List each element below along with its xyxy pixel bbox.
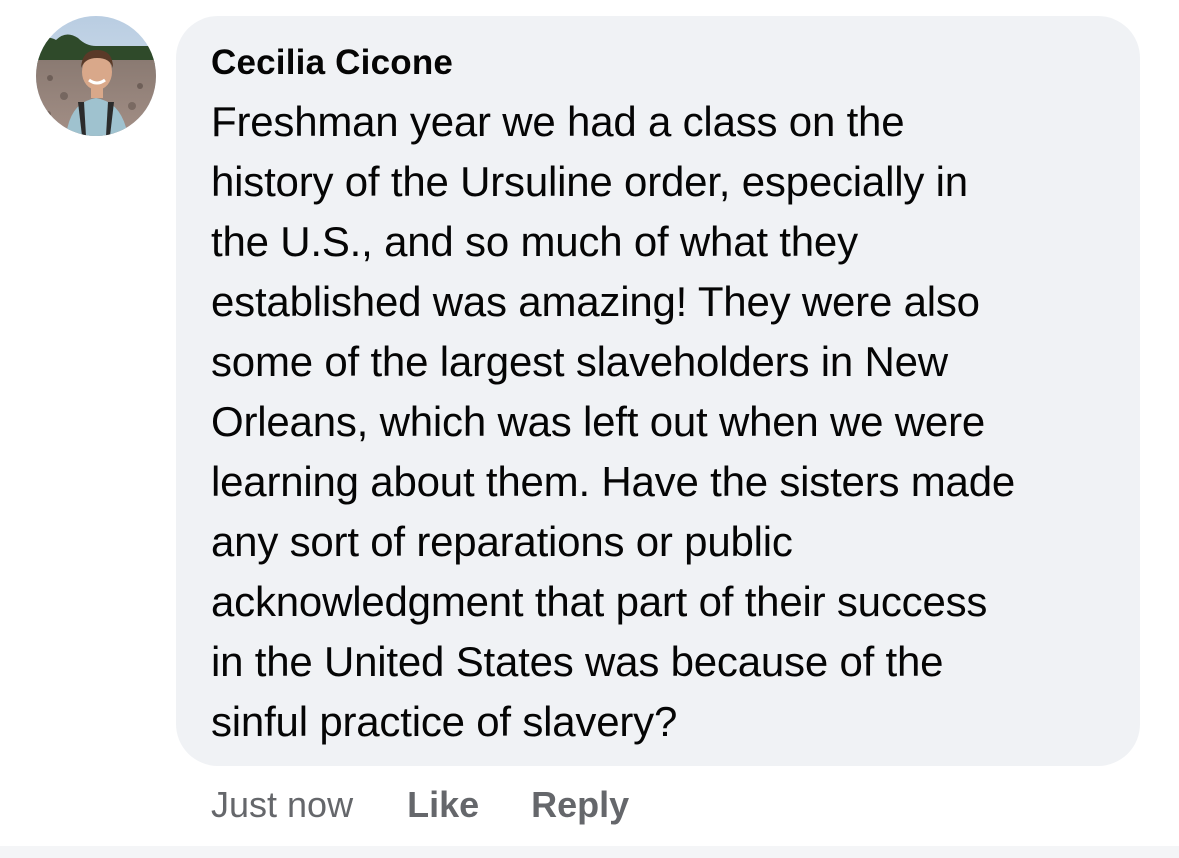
- comment-timestamp[interactable]: Just now: [211, 782, 353, 828]
- author-avatar[interactable]: [36, 16, 156, 136]
- like-button[interactable]: Like: [407, 782, 479, 828]
- profile-photo-icon: [36, 16, 156, 136]
- comment-body: Freshman year we had a class on the hist…: [211, 98, 1016, 745]
- divider: [0, 846, 1179, 858]
- author-name[interactable]: Cecilia Cicone: [211, 40, 1106, 86]
- comment-bubble: Cecilia Cicone Freshman year we had a cl…: [176, 16, 1140, 766]
- comment-thread: Cecilia Cicone Freshman year we had a cl…: [0, 0, 1179, 858]
- comment-actions: Just now Like Reply: [211, 782, 681, 828]
- reply-button[interactable]: Reply: [531, 782, 629, 828]
